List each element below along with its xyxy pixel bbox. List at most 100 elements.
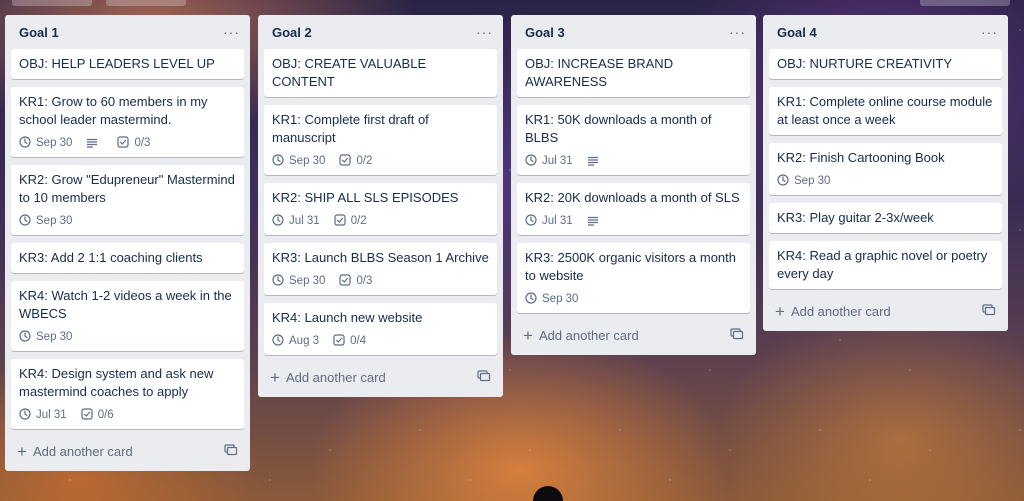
top-bar-button[interactable] [12,0,92,6]
card-badges: Sep 30 0/3 [19,135,236,151]
clock-icon [525,291,542,307]
description-icon [587,155,604,167]
due-date-text: Aug 3 [289,335,320,347]
due-date-badge: Jul 31 [19,407,67,423]
card-title: KR1: Complete online course module at le… [777,94,993,127]
list-goal-2: Goal 2 ··· OBJ: CREATE VALUABLE CONTENT KR1… [258,15,503,397]
checklist-badge: 0/6 [81,407,114,423]
due-date-badge: Jul 31 [272,213,320,229]
card[interactable]: KR1: Complete online course module at le… [769,87,1002,135]
checklist-count: 0/2 [356,155,373,167]
due-date-badge: Sep 30 [19,329,72,345]
checklist-count: 0/2 [350,215,367,227]
add-card-row: + Add another card [769,297,1002,325]
clock-icon [19,213,36,229]
ellipsis-icon[interactable]: ··· [729,24,746,40]
card[interactable]: KR2: Finish Cartooning Book Sep 30 [769,143,1002,195]
due-date-text: Sep 30 [289,275,326,287]
clock-icon [272,213,289,229]
due-date-text: Sep 30 [542,293,579,305]
clock-icon [19,135,36,151]
due-date-text: Sep 30 [36,137,73,149]
add-another-card-button[interactable]: + Add another card [775,303,891,320]
card-title: KR3: Play guitar 2-3x/week [777,210,934,225]
checklist-badge: 0/2 [339,153,373,169]
card-title: KR4: Design system and ask new mastermin… [19,366,214,399]
ellipsis-icon[interactable]: ··· [223,24,240,40]
card[interactable]: KR2: SHIP ALL SLS EPISODES Jul 31 0/2 [264,183,497,235]
checklist-count: 0/3 [356,275,373,287]
card-title: KR2: Finish Cartooning Book [777,150,945,165]
card[interactable]: KR2: 20K downloads a month of SLS Jul 31 [517,183,750,235]
add-card-label: Add another card [285,369,386,385]
card[interactable]: KR1: Grow to 60 members in my school lea… [11,87,244,157]
card-badges: Jul 31 [525,213,742,229]
card-template-icon[interactable] [730,327,744,343]
checklist-count: 0/3 [134,137,151,149]
card-title: KR1: Complete first draft of manuscript [272,112,429,145]
card[interactable]: KR1: 50K downloads a month of BLBS Jul 31 [517,105,750,175]
clock-icon [525,213,542,229]
card[interactable]: OBJ: INCREASE BRAND AWARENESS [517,49,750,97]
card[interactable]: OBJ: NURTURE CREATIVITY [769,49,1002,79]
due-date-text: Jul 31 [36,409,67,421]
list-header: Goal 1 ··· [11,15,244,49]
ellipsis-icon[interactable]: ··· [476,24,493,40]
card[interactable]: OBJ: HELP LEADERS LEVEL UP [11,49,244,79]
add-another-card-button[interactable]: + Add another card [523,327,639,344]
card-title: KR3: Add 2 1:1 coaching clients [19,250,203,265]
clock-icon [777,173,794,189]
checklist-icon [117,135,134,151]
card-badges: Sep 30 [525,291,742,307]
card[interactable]: KR3: Launch BLBS Season 1 Archive Sep 30 0… [264,243,497,295]
ellipsis-icon[interactable]: ··· [981,24,998,40]
plus-icon: + [523,325,533,345]
card[interactable]: KR4: Read a graphic novel or poetry ever… [769,241,1002,289]
card[interactable]: KR3: Add 2 1:1 coaching clients [11,243,244,273]
list-title[interactable]: Goal 1 [19,25,59,40]
card[interactable]: KR4: Design system and ask new mastermin… [11,359,244,429]
card-template-icon[interactable] [477,369,491,385]
card[interactable]: KR2: Grow "Edupreneur" Mastermind to 10 … [11,165,244,235]
add-card-label: Add another card [32,443,133,459]
top-bar [0,0,1024,9]
top-bar-button[interactable] [106,0,186,6]
clock-icon [19,329,36,345]
checklist-icon [333,333,350,349]
card-title: KR2: Grow "Edupreneur" Mastermind to 10 … [19,172,235,205]
add-card-row: + Add another card [11,437,244,465]
due-date-badge: Sep 30 [272,273,326,289]
add-card-label: Add another card [790,303,891,319]
plus-icon: + [270,367,280,387]
card-badges: Jul 31 0/2 [272,213,489,229]
due-date-badge: Sep 30 [777,173,831,189]
due-date-text: Jul 31 [542,215,573,227]
card[interactable]: OBJ: CREATE VALUABLE CONTENT [264,49,497,97]
card[interactable]: KR3: Play guitar 2-3x/week [769,203,1002,233]
due-date-badge: Sep 30 [272,153,325,169]
due-date-text: Sep 30 [36,215,73,227]
clock-icon [272,333,289,349]
add-another-card-button[interactable]: + Add another card [17,443,133,460]
due-date-badge: Sep 30 [19,213,73,229]
card-title: KR3: 2500K organic visitors a month to w… [525,250,736,283]
list-title[interactable]: Goal 2 [272,25,312,40]
card-title: OBJ: HELP LEADERS LEVEL UP [19,56,215,71]
due-date-text: Sep 30 [794,175,831,187]
plus-icon: + [17,441,27,461]
card[interactable]: KR1: Complete first draft of manuscript S… [264,105,497,175]
card-title: OBJ: NURTURE CREATIVITY [777,56,953,71]
card-title: KR1: Grow to 60 members in my school lea… [19,94,208,127]
list-title[interactable]: Goal 3 [525,25,565,40]
list-title[interactable]: Goal 4 [777,25,817,40]
card[interactable]: KR3: 2500K organic visitors a month to w… [517,243,750,313]
card-template-icon[interactable] [982,303,996,319]
add-another-card-button[interactable]: + Add another card [270,369,386,386]
top-bar-button[interactable] [920,0,1010,6]
card[interactable]: KR4: Launch new website Aug 3 0/4 [264,303,497,355]
checklist-count: 0/6 [97,409,114,421]
card-template-icon[interactable] [224,443,238,459]
card-badges: Sep 30 0/3 [272,273,489,289]
checklist-icon [334,213,351,229]
card[interactable]: KR4: Watch 1-2 videos a week in the WBEC… [11,281,244,351]
